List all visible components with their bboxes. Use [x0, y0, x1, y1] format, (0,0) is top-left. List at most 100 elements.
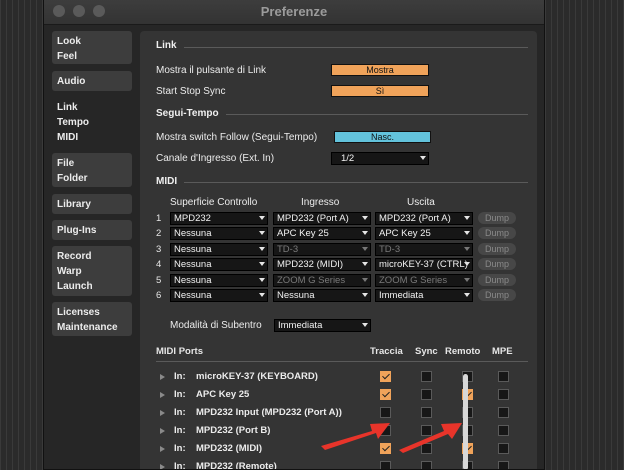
output-port-dropdown[interactable]: microKEY-37 (CTRL): [375, 258, 473, 271]
control-surface-dropdown[interactable]: Nessuna: [170, 289, 268, 302]
expand-triangle-icon[interactable]: [160, 374, 165, 380]
track-checkbox[interactable]: [380, 425, 391, 436]
port-name: MPD232 (Port B): [196, 425, 271, 436]
port-direction: In:: [174, 461, 186, 470]
input-port-dropdown[interactable]: Nessuna: [273, 289, 371, 302]
window-title: Preferenze: [260, 4, 328, 19]
start-stop-sync-label: Start Stop Sync: [156, 86, 226, 97]
sync-checkbox[interactable]: [421, 407, 432, 418]
port-name: MPD232 Input (MPD232 (Port A)): [196, 407, 342, 418]
takeover-mode-dropdown[interactable]: Immediata: [274, 319, 371, 332]
mpe-checkbox[interactable]: [498, 389, 509, 400]
dropdown-value: APC Key 25: [277, 228, 329, 239]
track-checkbox[interactable]: [380, 389, 391, 400]
expand-triangle-icon[interactable]: [160, 446, 165, 452]
dropdown-value: Nessuna: [174, 244, 212, 255]
row-number: 2: [156, 228, 162, 239]
dropdown-value: Immediata: [278, 320, 323, 331]
output-port-dropdown[interactable]: APC Key 25: [375, 227, 473, 240]
control-surface-dropdown[interactable]: Nessuna: [170, 227, 268, 240]
sync-checkbox[interactable]: [421, 371, 432, 382]
dropdown-value: Nessuna: [174, 290, 212, 301]
ports-scrollbar[interactable]: [463, 374, 468, 469]
sync-checkbox[interactable]: [421, 425, 432, 436]
chevron-down-icon: [259, 247, 265, 251]
output-port-dropdown[interactable]: MPD232 (Port A): [375, 212, 473, 225]
output-port-dropdown[interactable]: ZOOM G Series: [375, 274, 473, 287]
expand-triangle-icon[interactable]: [160, 464, 165, 469]
dropdown-value: APC Key 25: [379, 228, 431, 239]
control-surface-dropdown[interactable]: Nessuna: [170, 258, 268, 271]
control-surface-dropdown[interactable]: Nessuna: [170, 274, 268, 287]
chevron-down-icon: [362, 278, 368, 282]
dump-button[interactable]: Dump: [478, 227, 516, 239]
tab-label: MIDI: [57, 132, 79, 143]
background-left: [0, 0, 43, 470]
track-checkbox[interactable]: [380, 461, 391, 469]
tab-plug-ins[interactable]: Plug-Ins: [52, 220, 132, 240]
dump-button[interactable]: Dump: [478, 258, 516, 270]
title-bar: Preferenze: [44, 0, 544, 25]
dropdown-value: Nessuna: [174, 228, 212, 239]
control-surface-dropdown[interactable]: MPD232: [170, 212, 268, 225]
expand-triangle-icon[interactable]: [160, 428, 165, 434]
input-port-dropdown[interactable]: MPD232 (MIDI): [273, 258, 371, 271]
port-name: MPD232 (MIDI): [196, 443, 262, 454]
preferences-panel: Link Mostra il pulsante di Link Mostra S…: [140, 31, 537, 470]
port-name: microKEY-37 (KEYBOARD): [196, 371, 318, 382]
chevron-down-icon: [362, 323, 368, 327]
dump-button[interactable]: Dump: [478, 274, 516, 286]
input-port-dropdown[interactable]: TD-3: [273, 243, 371, 256]
track-checkbox[interactable]: [380, 443, 391, 454]
section-title-link: Link: [156, 40, 177, 51]
mpe-checkbox[interactable]: [498, 443, 509, 454]
dropdown-value: 1/2: [341, 153, 355, 164]
control-surface-dropdown[interactable]: Nessuna: [170, 243, 268, 256]
chevron-down-icon: [259, 278, 265, 282]
chevron-down-icon: [362, 216, 368, 220]
input-port-dropdown[interactable]: APC Key 25: [273, 227, 371, 240]
tab-label: Maintenance: [57, 322, 118, 333]
track-checkbox[interactable]: [380, 407, 391, 418]
col-track: Traccia: [370, 346, 403, 357]
input-port-dropdown[interactable]: ZOOM G Series: [273, 274, 371, 287]
expand-triangle-icon[interactable]: [160, 410, 165, 416]
mpe-checkbox[interactable]: [498, 461, 509, 469]
sync-checkbox[interactable]: [421, 461, 432, 469]
chevron-down-icon: [464, 216, 470, 220]
input-channel-label: Canale d'Ingresso (Ext. In): [156, 153, 275, 164]
dump-button[interactable]: Dump: [478, 289, 516, 301]
sync-checkbox[interactable]: [421, 443, 432, 454]
mpe-checkbox[interactable]: [498, 425, 509, 436]
preferences-window: Preferenze Look Feel Audio Link Tempo MI…: [43, 0, 545, 470]
mpe-checkbox[interactable]: [498, 371, 509, 382]
tab-audio[interactable]: Audio: [52, 71, 132, 91]
start-stop-sync-toggle[interactable]: Sì: [331, 85, 429, 97]
tab-library[interactable]: Library: [52, 194, 132, 214]
tab-file-folder[interactable]: File Folder: [52, 153, 132, 187]
tab-link-tempo-midi[interactable]: Link Tempo MIDI: [52, 97, 132, 147]
output-port-dropdown[interactable]: Immediata: [375, 289, 473, 302]
dump-button[interactable]: Dump: [478, 212, 516, 224]
dropdown-value: microKEY-37 (CTRL): [379, 259, 468, 270]
input-port-dropdown[interactable]: MPD232 (Port A): [273, 212, 371, 225]
track-checkbox[interactable]: [380, 371, 391, 382]
sync-checkbox[interactable]: [421, 389, 432, 400]
tab-record-warp-launch[interactable]: Record Warp Launch: [52, 246, 132, 296]
row-number: 5: [156, 275, 162, 286]
input-channel-dropdown[interactable]: 1/2: [331, 152, 429, 165]
tab-look-feel[interactable]: Look Feel: [52, 31, 132, 64]
show-link-button-toggle[interactable]: Mostra: [331, 64, 429, 76]
follow-switch-toggle[interactable]: Nasc.: [334, 131, 431, 143]
tab-label: Folder: [57, 173, 88, 184]
dropdown-value: MPD232 (Port A): [379, 213, 451, 224]
chevron-down-icon: [362, 247, 368, 251]
expand-triangle-icon[interactable]: [160, 392, 165, 398]
mpe-checkbox[interactable]: [498, 407, 509, 418]
dropdown-value: TD-3: [277, 244, 299, 255]
tab-label: Audio: [57, 76, 86, 87]
tab-licenses-maintenance[interactable]: Licenses Maintenance: [52, 302, 132, 336]
tab-label: Launch: [57, 281, 93, 292]
output-port-dropdown[interactable]: TD-3: [375, 243, 473, 256]
dump-button[interactable]: Dump: [478, 243, 516, 255]
